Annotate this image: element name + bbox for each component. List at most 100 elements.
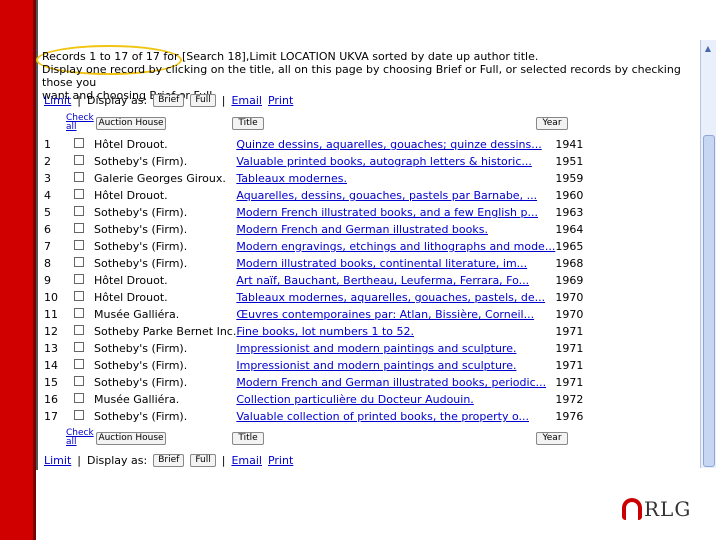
row-checkbox[interactable]	[68, 221, 94, 238]
year-sort-button[interactable]: Year	[536, 432, 568, 445]
year-cell: 1971	[555, 325, 584, 338]
row-number: 8	[44, 257, 51, 270]
row-checkbox[interactable]	[68, 153, 94, 170]
table-row: 8 Sotheby's (Firm). Modern illustrated boo…	[44, 255, 595, 272]
year-cell: 1963	[555, 206, 584, 219]
table-row: 13 Sotheby's (Firm). Impressionist and mod…	[44, 340, 595, 357]
full-button[interactable]: Full	[190, 94, 216, 107]
row-checkbox[interactable]	[68, 323, 94, 340]
results-summary-line1: Records 1 to 17 of 17 for [Search 18],Li…	[42, 50, 539, 63]
row-checkbox[interactable]	[68, 289, 94, 306]
brief-button[interactable]: Brief	[153, 454, 185, 467]
row-checkbox[interactable]	[68, 204, 94, 221]
print-link[interactable]: Print	[268, 454, 293, 467]
checkbox-icon[interactable]	[74, 393, 84, 403]
row-checkbox[interactable]	[68, 306, 94, 323]
title-cell: Tableaux modernes.	[236, 170, 555, 187]
auction-house-cell: Sotheby's (Firm).	[94, 240, 188, 253]
title-link[interactable]: Tableaux modernes.	[236, 172, 347, 185]
vertical-scrollbar[interactable]: ▲	[700, 40, 716, 468]
brief-button[interactable]: Brief	[153, 94, 185, 107]
title-link[interactable]: Art naïf, Bauchant, Bertheau, Leuferma, …	[236, 274, 529, 287]
scrollbar-thumb[interactable]	[703, 135, 715, 467]
row-checkbox[interactable]	[68, 187, 94, 204]
display-as-label: Display as:	[87, 454, 148, 467]
email-link[interactable]: Email	[231, 454, 262, 467]
checkbox-icon[interactable]	[74, 240, 84, 250]
checkbox-icon[interactable]	[74, 410, 84, 420]
checkbox-icon[interactable]	[74, 291, 84, 301]
checkbox-icon[interactable]	[74, 359, 84, 369]
auction-house-sort-button[interactable]: Auction House	[96, 432, 166, 445]
checkbox-icon[interactable]	[74, 189, 84, 199]
title-link[interactable]: Modern French illustrated books, and a f…	[236, 206, 538, 219]
title-link[interactable]: Valuable printed books, autograph letter…	[236, 155, 532, 168]
row-checkbox[interactable]	[68, 391, 94, 408]
checkbox-icon[interactable]	[74, 342, 84, 352]
year-sort-button[interactable]: Year	[536, 117, 568, 130]
checkbox-icon[interactable]	[74, 274, 84, 284]
checkbox-icon[interactable]	[74, 155, 84, 165]
title-link[interactable]: Tableaux modernes, aquarelles, gouaches,…	[236, 291, 545, 304]
title-link[interactable]: Modern illustrated books, continental li…	[236, 257, 527, 270]
scroll-up-arrow-icon[interactable]: ▲	[703, 44, 713, 54]
auction-house-cell: Sotheby's (Firm).	[94, 206, 188, 219]
title-link[interactable]: Modern French and German illustrated boo…	[236, 376, 546, 389]
row-number: 3	[44, 172, 51, 185]
title-link[interactable]: Valuable collection of printed books, th…	[236, 410, 529, 423]
row-number: 12	[44, 325, 58, 338]
title-cell: Modern French and German illustrated boo…	[236, 374, 555, 391]
checkbox-icon[interactable]	[74, 206, 84, 216]
checkbox-icon[interactable]	[74, 257, 84, 267]
checkbox-icon[interactable]	[74, 325, 84, 335]
auction-house-cell: Musée Galliéra.	[94, 308, 180, 321]
row-number: 17	[44, 410, 58, 423]
title-sort-button[interactable]: Title	[232, 432, 264, 445]
row-checkbox[interactable]	[68, 272, 94, 289]
year-cell: 1969	[555, 274, 584, 287]
checkbox-icon[interactable]	[74, 172, 84, 182]
checkbox-icon[interactable]	[74, 376, 84, 386]
table-row: 10 Hôtel Drouot. Tableaux modernes, aquare…	[44, 289, 595, 306]
checkbox-icon[interactable]	[74, 308, 84, 318]
row-number: 10	[44, 291, 58, 304]
title-link[interactable]: Modern engravings, etchings and lithogra…	[236, 240, 555, 253]
limit-link[interactable]: Limit	[44, 94, 71, 107]
row-checkbox[interactable]	[68, 238, 94, 255]
title-link[interactable]: Quinze dessins, aquarelles, gouaches; qu…	[236, 138, 541, 151]
results-summary-line2: Display one record by clicking on the ti…	[42, 63, 681, 89]
title-link[interactable]: Collection particulière du Docteur Audou…	[236, 393, 473, 406]
row-checkbox[interactable]	[68, 357, 94, 374]
table-row: 12 Sotheby Parke Bernet Inc. Fine books, l…	[44, 323, 595, 340]
full-button[interactable]: Full	[190, 454, 216, 467]
title-link[interactable]: Œuvres contemporaines par: Atlan, Bissiè…	[236, 308, 534, 321]
title-link[interactable]: Fine books, lot numbers 1 to 52.	[236, 325, 414, 338]
auction-house-cell: Sotheby's (Firm).	[94, 155, 188, 168]
limit-link[interactable]: Limit	[44, 454, 71, 467]
title-link[interactable]: Impressionist and modern paintings and s…	[236, 359, 516, 372]
row-checkbox[interactable]	[68, 255, 94, 272]
title-link[interactable]: Modern French and German illustrated boo…	[236, 223, 488, 236]
auction-house-sort-button[interactable]: Auction House	[96, 117, 166, 130]
title-cell: Modern French illustrated books, and a f…	[236, 204, 555, 221]
checkbox-icon[interactable]	[74, 223, 84, 233]
print-link[interactable]: Print	[268, 94, 293, 107]
email-link[interactable]: Email	[231, 94, 262, 107]
year-cell: 1968	[555, 257, 584, 270]
year-cell: 1970	[555, 308, 584, 321]
title-cell: Art naïf, Bauchant, Bertheau, Leuferma, …	[236, 272, 555, 289]
check-all-link[interactable]: Check all	[66, 114, 94, 132]
row-checkbox[interactable]	[68, 374, 94, 391]
title-link[interactable]: Aquarelles, dessins, gouaches, pastels p…	[236, 189, 537, 202]
title-link[interactable]: Impressionist and modern paintings and s…	[236, 342, 516, 355]
auction-house-cell: Sotheby's (Firm).	[94, 342, 188, 355]
check-all-link[interactable]: Check all	[66, 429, 94, 447]
row-checkbox[interactable]	[68, 340, 94, 357]
auction-house-cell: Sotheby's (Firm).	[94, 359, 188, 372]
row-checkbox[interactable]	[68, 136, 94, 153]
checkbox-icon[interactable]	[74, 138, 84, 148]
row-checkbox[interactable]	[68, 170, 94, 187]
auction-house-cell: Sotheby's (Firm).	[94, 257, 188, 270]
title-sort-button[interactable]: Title	[232, 117, 264, 130]
row-checkbox[interactable]	[68, 408, 94, 425]
